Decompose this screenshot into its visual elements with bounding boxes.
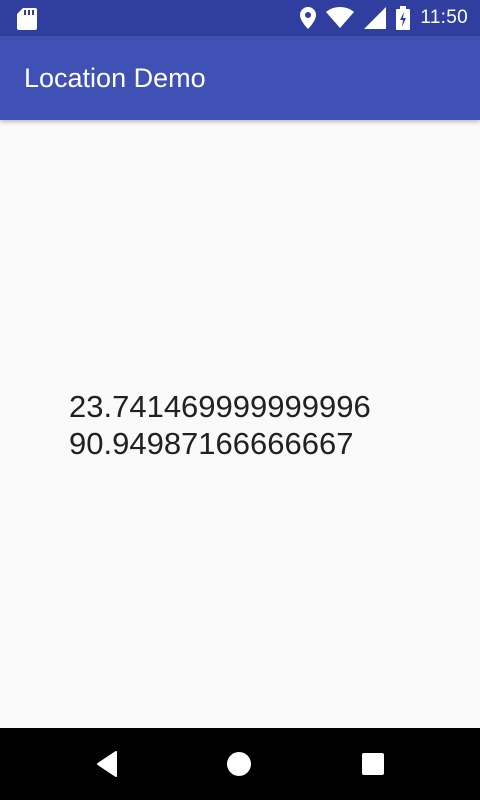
status-bar: 11:50 [0,0,480,36]
sd-card-icon [17,8,37,30]
app-title: Location Demo [24,63,206,93]
recents-button[interactable] [333,728,413,800]
location-pin-icon [300,7,317,29]
main-content: 23.741469999999996 90.94987166666667 [0,120,480,728]
home-button[interactable] [199,728,279,800]
home-circle-icon [227,752,251,776]
battery-charging-icon [396,6,411,30]
cell-signal-icon [364,7,387,29]
back-button[interactable] [67,728,147,800]
wifi-icon [326,7,355,28]
navigation-bar [0,728,480,800]
back-triangle-icon [97,751,117,777]
screen: 11:50 Location Demo 23.741469999999996 9… [0,0,480,800]
app-bar: Location Demo [0,36,480,120]
recents-square-icon [362,753,384,775]
latitude-value: 23.741469999999996 [69,389,371,424]
longitude-value: 90.94987166666667 [69,426,354,461]
location-text: 23.741469999999996 90.94987166666667 [69,388,371,462]
status-time: 11:50 [420,7,468,28]
status-bar-right: 11:50 [300,0,468,36]
